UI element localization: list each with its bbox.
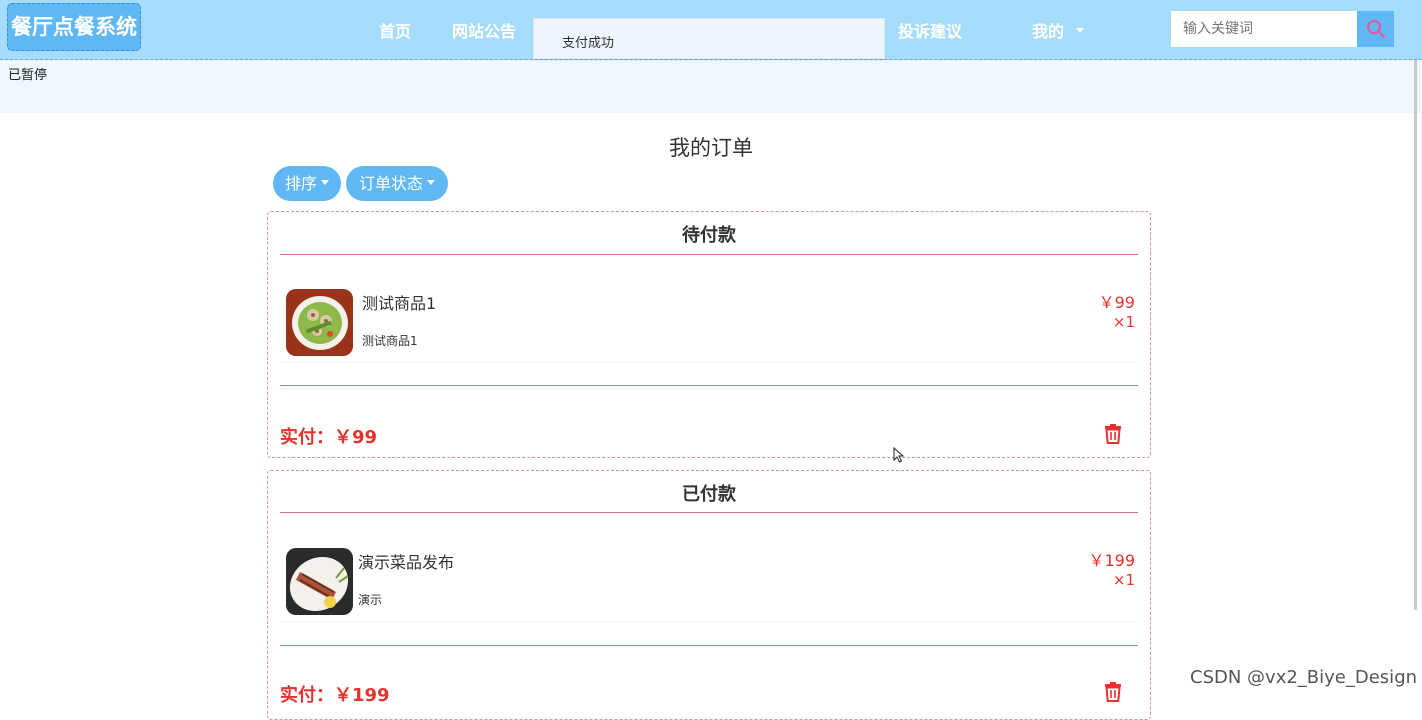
row-divider [280,621,1138,622]
nav-announcements[interactable]: 网站公告 [452,18,516,42]
nav-complaints[interactable]: 投诉建议 [898,18,962,42]
sort-label: 排序 [284,174,317,193]
item-name[interactable]: 演示菜品发布 [358,549,454,573]
order-card: 待付款 测试商品1 测试商品1 ￥99 ×1 实付：￥99 [267,211,1151,458]
page-title: 我的订单 [669,136,753,160]
chevron-down-icon [321,180,329,185]
item-name[interactable]: 测试商品1 [362,290,436,314]
search-icon [1366,20,1385,39]
paused-status-text: 已暂停 [8,68,48,83]
chevron-down-icon [1076,28,1085,33]
search-input[interactable] [1171,11,1357,47]
food-image [286,289,353,356]
row-divider [280,362,1138,363]
order-status-dropdown-button[interactable]: 订单状态 [346,166,448,201]
search-button[interactable] [1357,11,1394,47]
item-price: ￥99 [1098,293,1135,312]
paid-amount: 实付：￥199 [280,685,390,706]
nav-my-menu[interactable]: 我的 [1032,18,1085,42]
trash-icon [1105,424,1121,444]
divider [280,254,1138,255]
item-description: 演示 [358,593,383,607]
item-quantity: ×1 [1112,571,1135,589]
nav-home[interactable]: 首页 [379,18,411,42]
order-status-title: 待付款 [682,225,736,246]
item-price: ￥199 [1088,551,1135,570]
toast-message: 支付成功 [562,36,615,51]
divider [280,512,1138,513]
order-status-label: 订单状态 [358,174,423,193]
food-image [286,548,353,615]
order-card: 已付款 演示菜品发布 演示 ￥199 ×1 实付：￥199 [267,470,1151,720]
nav-my-label: 我的 [1032,22,1065,41]
order-status-title: 已付款 [682,484,736,505]
item-quantity: ×1 [1112,313,1135,331]
divider [280,385,1138,386]
mouse-cursor-icon [893,447,905,463]
divider [280,645,1138,646]
header-subbar [0,60,1422,113]
item-thumbnail[interactable] [286,548,353,615]
trash-icon [1105,682,1121,702]
delete-order-button[interactable] [1103,423,1123,445]
item-description: 测试商品1 [362,334,418,348]
watermark: CSDN @vx2_Biye_Design [1190,667,1418,688]
chevron-down-icon [427,180,435,185]
sort-dropdown-button[interactable]: 排序 [273,166,341,201]
paid-amount: 实付：￥99 [280,427,378,448]
item-thumbnail[interactable] [286,289,353,356]
delete-order-button[interactable] [1103,681,1123,703]
payment-success-toast: 支付成功 [533,18,885,59]
site-logo[interactable]: 餐厅点餐系统 [7,3,141,51]
